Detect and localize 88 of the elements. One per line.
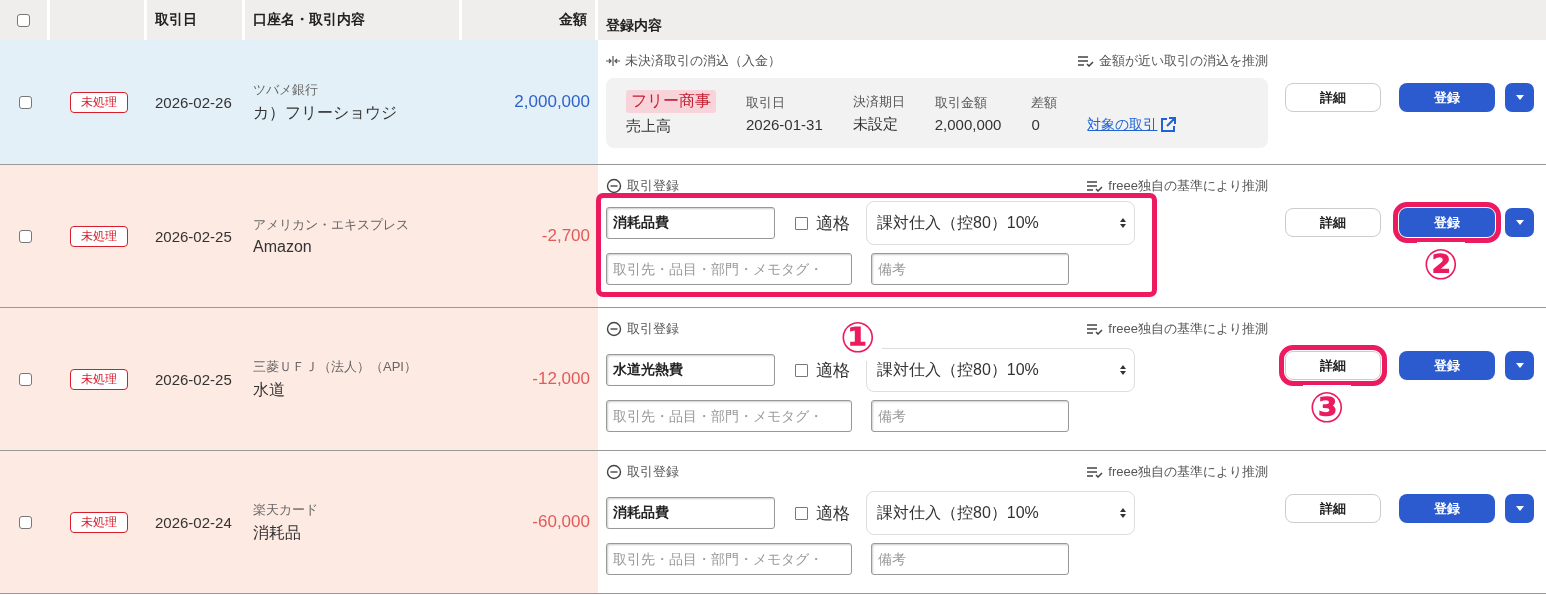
row-checkbox[interactable] [18, 95, 32, 109]
amount-cell: 2,000,000 [514, 92, 590, 112]
guess-label: freee独自の基準により推測 [1087, 463, 1268, 481]
select-arrows-icon [1120, 508, 1126, 518]
column-header: 口座名・取引内容 [253, 11, 365, 29]
memo-field[interactable]: 備考 [871, 543, 1069, 575]
account-name: ツバメ銀行 [253, 80, 318, 99]
transaction-description: Amazon [253, 238, 312, 256]
date-cell: 2026-02-24 [155, 513, 232, 531]
account-item-field[interactable]: 消耗品費 [606, 497, 775, 529]
external-link-icon [1160, 117, 1177, 133]
account-item: 売上高 [626, 117, 672, 136]
field-label: 取引金額 [934, 93, 988, 112]
status-badge: 未処理 [69, 225, 128, 247]
row-checkbox[interactable] [18, 372, 32, 386]
dropdown-button[interactable] [1505, 351, 1534, 380]
select-arrows-icon [1120, 365, 1126, 375]
tax-select[interactable]: 課対仕入（控80）10% [866, 201, 1135, 245]
list-check-icon [1087, 323, 1104, 335]
guess-label: 金額が近い取引の消込を推測 [1078, 52, 1268, 70]
list-check-icon [1087, 180, 1104, 192]
select-arrows-icon [1120, 218, 1126, 228]
amount-cell: -60,000 [532, 512, 590, 532]
amount-cell: -12,000 [532, 369, 590, 389]
register-button[interactable]: 登録 [1399, 494, 1495, 523]
account-item-field[interactable]: 水道光熱費 [606, 354, 775, 386]
field-label: 取引日 [746, 93, 786, 112]
partner-tags-field[interactable]: 取引先・品目・部門・メモタグ・ [606, 543, 852, 575]
mode-label[interactable]: 未決済取引の消込（入金） [606, 52, 781, 70]
dropdown-button[interactable] [1505, 83, 1534, 112]
transaction-description: 消耗品 [253, 522, 301, 543]
select-all-checkbox[interactable] [17, 13, 30, 27]
mode-label[interactable]: 取引登録 [606, 320, 679, 338]
partner-tags-field[interactable]: 取引先・品目・部門・メモタグ・ [606, 400, 852, 432]
qualified-checkbox[interactable]: 適格 [795, 501, 850, 525]
caret-icon [1515, 95, 1524, 100]
collapse-icon [606, 464, 622, 480]
detail-button[interactable]: 詳細 [1285, 208, 1381, 237]
field-value: 未設定 [852, 114, 899, 134]
date-cell: 2026-02-25 [155, 227, 232, 245]
guess-label: freee独自の基準により推測 [1087, 177, 1268, 195]
date-cell: 2026-02-26 [155, 93, 232, 111]
row-checkbox[interactable] [18, 229, 32, 243]
status-badge: 未処理 [69, 91, 128, 113]
collapse-icon [606, 321, 622, 337]
column-header: 取引日 [155, 11, 197, 29]
dropdown-button[interactable] [1505, 494, 1534, 523]
field-label: 差額 [1031, 93, 1058, 112]
memo-field[interactable]: 備考 [871, 253, 1069, 285]
field-label: 決済期日 [852, 92, 905, 111]
mode-label[interactable]: 取引登録 [606, 177, 679, 195]
target-transaction-link[interactable]: 対象の取引 [1087, 116, 1177, 134]
caret-icon [1515, 363, 1524, 368]
list-check-icon [1078, 55, 1094, 67]
row-checkbox[interactable] [18, 515, 32, 529]
merge-icon [606, 56, 620, 66]
partner-tag: フリー商事 [626, 90, 716, 113]
transaction-description: カ）フリーショウジ [253, 102, 397, 123]
date-cell: 2026-02-25 [155, 370, 232, 388]
status-badge: 未処理 [69, 511, 128, 533]
register-button[interactable]: 登録 [1399, 351, 1495, 380]
account-name: アメリカン・エキスプレス [253, 216, 409, 234]
caret-icon [1515, 220, 1524, 225]
account-name: 三菱ＵＦＪ（法人）（API） [253, 357, 417, 376]
memo-field[interactable]: 備考 [871, 400, 1069, 432]
collapse-icon [606, 178, 622, 194]
guess-label: freee独自の基準により推測 [1087, 320, 1268, 338]
account-item-field[interactable]: 消耗品費 [606, 207, 775, 239]
list-check-icon [1087, 466, 1104, 478]
column-header: 登録内容 [606, 17, 662, 35]
field-value: 0 [1031, 115, 1041, 133]
column-header: 金額 [559, 11, 587, 29]
register-button[interactable]: 登録 [1399, 83, 1495, 112]
status-badge: 未処理 [69, 368, 128, 390]
detail-button[interactable]: 詳細 [1285, 83, 1381, 112]
amount-cell: -2,700 [541, 226, 590, 246]
qualified-checkbox[interactable]: 適格 [795, 358, 850, 382]
field-value: 2026-01-31 [746, 115, 823, 133]
dropdown-button[interactable] [1505, 208, 1534, 237]
account-name: 楽天カード [253, 500, 318, 519]
detail-button[interactable]: 詳細 [1285, 494, 1381, 523]
mode-label[interactable]: 取引登録 [606, 463, 679, 481]
field-value: 2,000,000 [934, 115, 1002, 133]
tax-select[interactable]: 課対仕入（控80）10% [866, 491, 1135, 535]
transaction-description: 水道 [253, 379, 285, 400]
caret-icon [1515, 506, 1524, 511]
qualified-checkbox[interactable]: 適格 [795, 211, 850, 235]
partner-tags-field[interactable]: 取引先・品目・部門・メモタグ・ [606, 253, 852, 285]
